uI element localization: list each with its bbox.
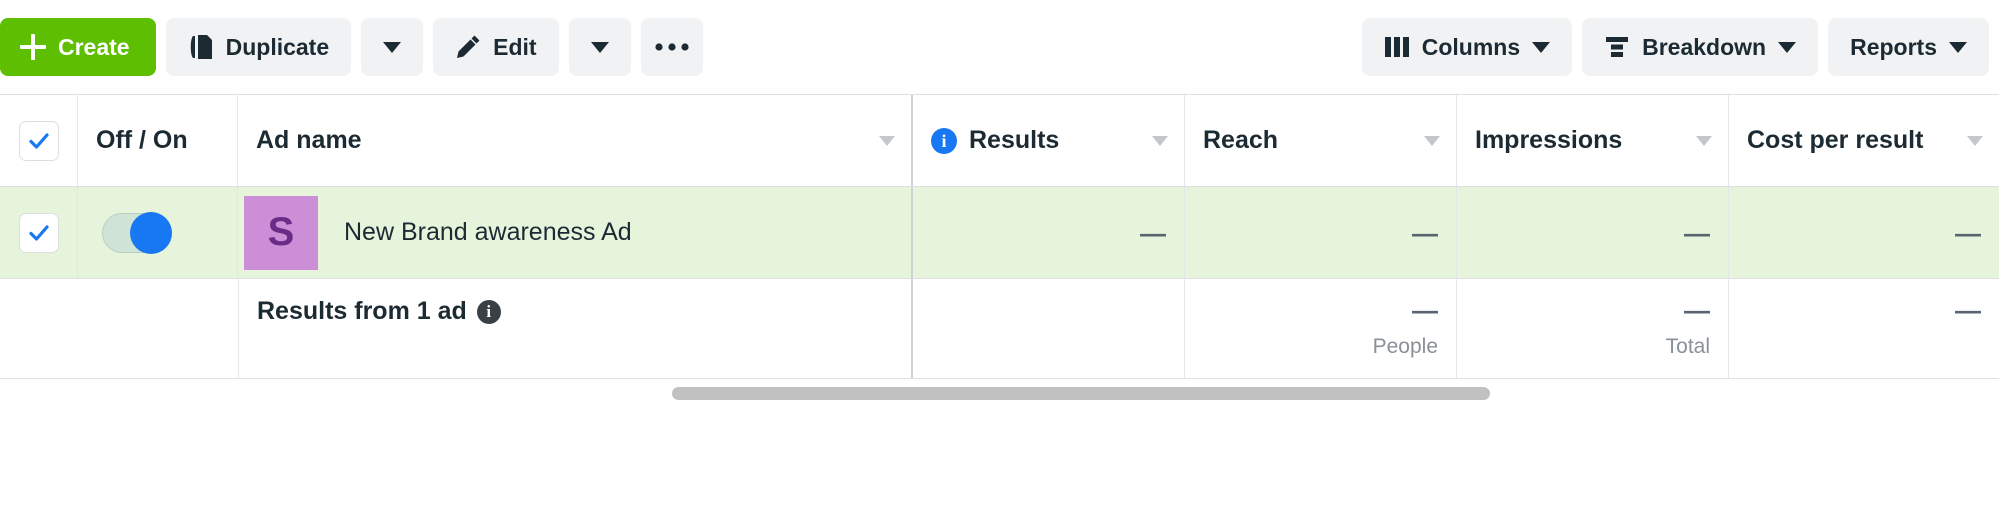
totals-reach-value-group: — People — [1373, 297, 1438, 359]
ad-name-link[interactable]: New Brand awareness Ad — [344, 218, 632, 247]
table-totals-row: Results from 1 ad i — People — Total — — [0, 279, 1999, 379]
header-impressions-label: Impressions — [1475, 126, 1623, 154]
header-off-on-label: Off / On — [96, 126, 188, 154]
row-reach-cell: — — [1185, 187, 1457, 278]
horizontal-scrollbar-track[interactable] — [0, 379, 1999, 413]
header-ad-name[interactable]: Ad name — [238, 95, 913, 186]
duplicate-dropdown-button[interactable] — [361, 18, 424, 76]
header-results[interactable]: i Results — [913, 95, 1185, 186]
select-all-cell — [0, 95, 78, 186]
create-button[interactable]: Create — [0, 18, 156, 76]
chevron-down-icon — [383, 41, 402, 53]
header-reach-label: Reach — [1203, 126, 1279, 154]
chevron-down-icon[interactable] — [1152, 135, 1168, 146]
totals-cost-per-result-value-group: — — [1955, 297, 1981, 335]
select-all-checkbox[interactable] — [18, 120, 59, 161]
header-results-label: Results — [969, 126, 1060, 154]
header-impressions[interactable]: Impressions — [1457, 95, 1729, 186]
row-select-cell — [0, 187, 78, 278]
breakdown-button[interactable]: Breakdown — [1582, 18, 1819, 76]
chevron-down-icon[interactable] — [1967, 135, 1983, 146]
columns-icon — [1384, 35, 1410, 59]
totals-reach-value: — — [1412, 295, 1438, 325]
duplicate-button-label: Duplicate — [225, 33, 330, 60]
more-options-button[interactable] — [640, 18, 703, 76]
page-bottom-spacer — [0, 413, 1999, 524]
row-reach-value: — — [1412, 217, 1438, 248]
totals-cost-per-result-cell: — — [1729, 279, 1999, 378]
edit-button[interactable]: Edit — [433, 18, 559, 76]
edit-dropdown-button[interactable] — [568, 18, 631, 76]
row-impressions-value: — — [1684, 217, 1710, 248]
row-cost-per-result-value: — — [1955, 217, 1981, 248]
info-icon[interactable]: i — [931, 127, 957, 154]
totals-label-text: Results from 1 ad — [257, 297, 467, 325]
chevron-down-icon — [1532, 41, 1551, 53]
reports-button[interactable]: Reports — [1828, 18, 1989, 76]
chevron-down-icon — [1949, 41, 1967, 53]
totals-off-on-cell — [78, 279, 238, 378]
breakdown-icon — [1604, 35, 1630, 59]
row-results-cell: — — [913, 187, 1185, 278]
row-results-value: — — [1140, 217, 1166, 248]
table-row[interactable]: S New Brand awareness Ad — — — — — [0, 187, 1999, 279]
info-icon[interactable]: i — [476, 299, 501, 324]
row-select-checkbox[interactable] — [18, 212, 59, 253]
header-ad-name-label: Ad name — [256, 126, 362, 154]
row-ad-name-cell: S New Brand awareness Ad — [238, 187, 913, 278]
table-header-row: Off / On Ad name i Results Reach Impress… — [0, 95, 1999, 187]
duplicate-icon — [188, 33, 214, 61]
row-impressions-cell: — — [1457, 187, 1729, 278]
ad-thumbnail[interactable]: S — [244, 195, 318, 270]
totals-impressions-cell: — Total — [1457, 279, 1729, 378]
plus-icon — [20, 34, 46, 60]
totals-impressions-sublabel: Total — [1665, 335, 1710, 358]
ad-status-toggle[interactable] — [102, 211, 172, 254]
ellipsis-icon — [654, 43, 689, 51]
totals-impressions-value: — — [1684, 295, 1710, 325]
totals-reach-cell: — People — [1185, 279, 1457, 378]
totals-results-cell — [913, 279, 1185, 378]
reports-button-label: Reports — [1850, 33, 1937, 60]
header-reach[interactable]: Reach — [1185, 95, 1457, 186]
chevron-down-icon[interactable] — [1696, 135, 1712, 146]
header-off-on: Off / On — [78, 95, 238, 186]
totals-cost-per-result-value: — — [1955, 295, 1981, 325]
columns-button[interactable]: Columns — [1361, 18, 1573, 76]
totals-impressions-value-group: — Total — [1666, 297, 1710, 359]
breakdown-button-label: Breakdown — [1642, 33, 1767, 60]
totals-label-cell: Results from 1 ad i — [238, 279, 913, 378]
chevron-down-icon[interactable] — [1424, 135, 1440, 146]
totals-label: Results from 1 ad i — [257, 297, 501, 326]
header-cost-per-result-label: Cost per result — [1747, 126, 1924, 154]
create-button-label: Create — [58, 33, 130, 60]
totals-reach-sublabel: People — [1372, 335, 1438, 358]
checkmark-icon — [28, 132, 49, 149]
columns-button-label: Columns — [1421, 33, 1521, 60]
row-cost-per-result-cell: — — [1729, 187, 1999, 278]
checkmark-icon — [28, 224, 49, 241]
chevron-down-icon — [1778, 41, 1797, 53]
action-toolbar: Create Duplicate Edit Columns Breakdown … — [0, 0, 1999, 94]
toolbar-left-group: Create Duplicate Edit — [0, 18, 703, 76]
row-off-on-cell — [78, 187, 238, 278]
duplicate-button[interactable]: Duplicate — [165, 18, 352, 76]
totals-select-cell — [0, 279, 78, 378]
edit-button-label: Edit — [493, 33, 537, 60]
ads-table: Off / On Ad name i Results Reach Impress… — [0, 94, 1999, 413]
toggle-knob — [130, 211, 172, 254]
chevron-down-icon[interactable] — [879, 135, 895, 146]
header-cost-per-result[interactable]: Cost per result — [1729, 95, 1999, 186]
toolbar-right-group: Columns Breakdown Reports — [1361, 18, 1989, 76]
horizontal-scrollbar-thumb[interactable] — [672, 387, 1490, 400]
pencil-icon — [455, 34, 481, 60]
chevron-down-icon — [590, 41, 609, 53]
